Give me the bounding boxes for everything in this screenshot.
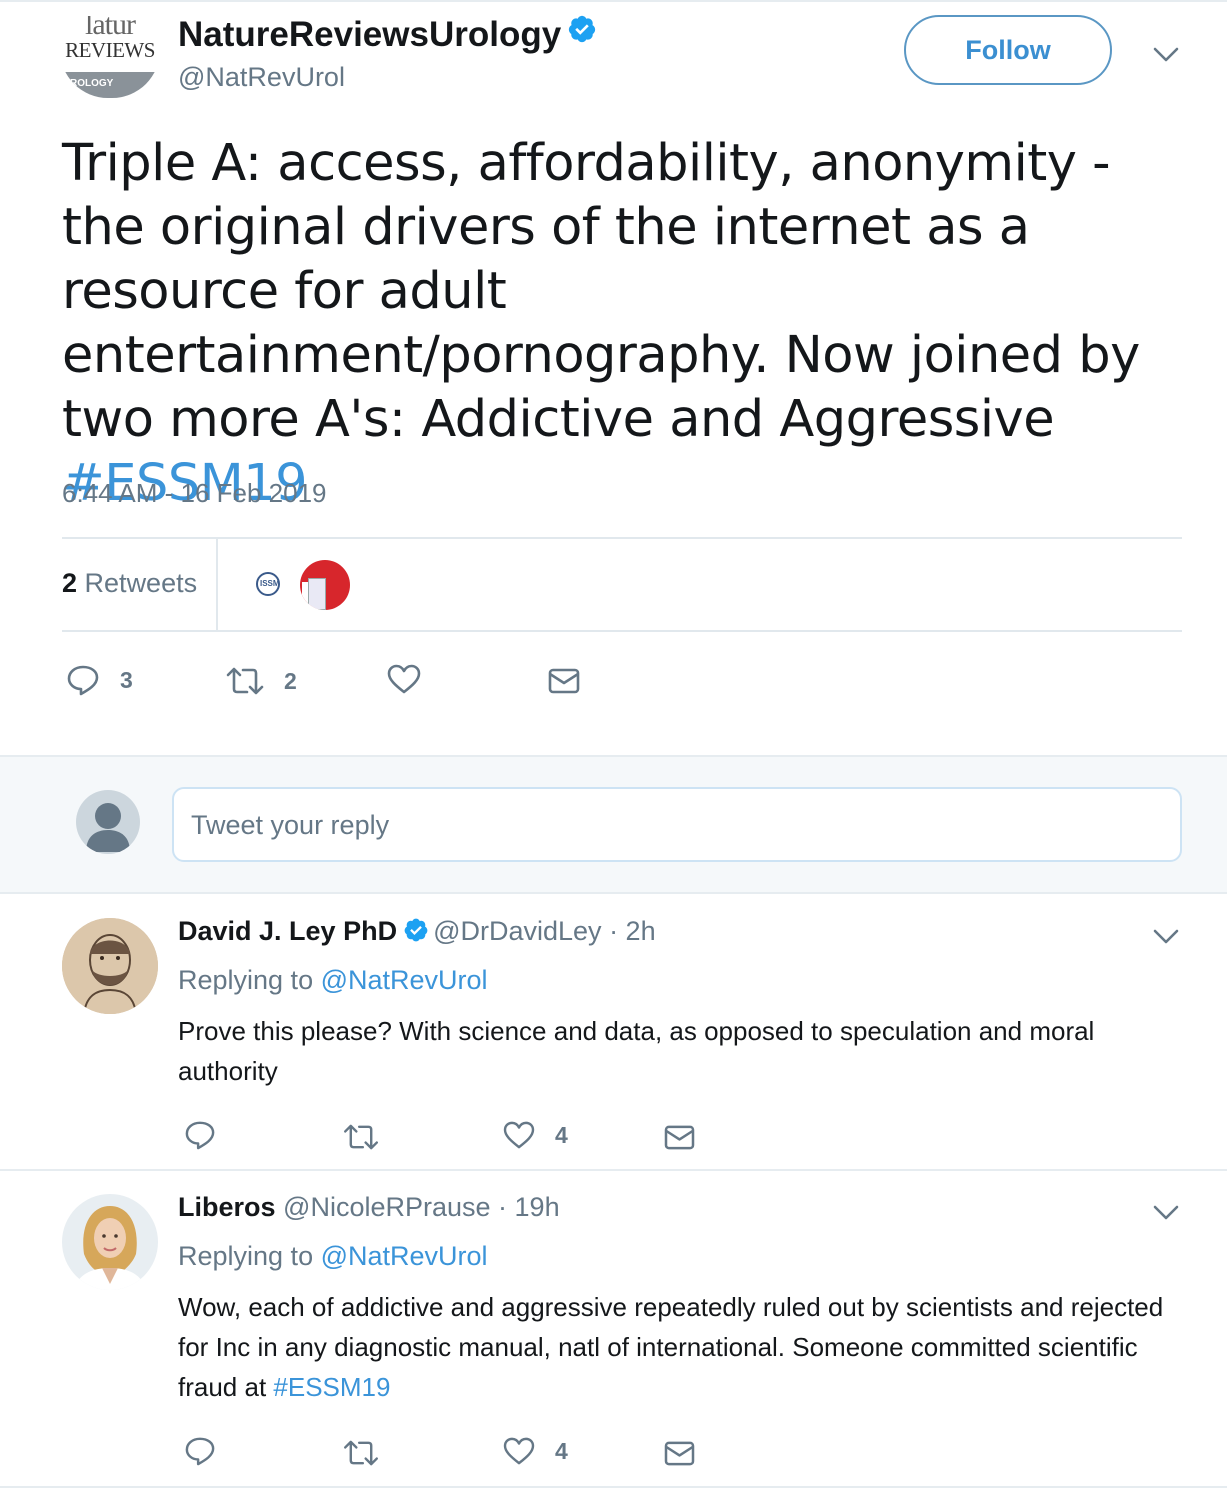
replying-to-prefix: Replying to: [178, 965, 314, 995]
direct-message-button[interactable]: [548, 667, 580, 695]
replying-to: Replying to @NatRevUrol: [178, 965, 488, 996]
author-name-text: NatureReviewsUrology: [178, 15, 562, 54]
like-button[interactable]: 4: [503, 1121, 568, 1149]
reply-button[interactable]: [184, 1436, 216, 1466]
like-button[interactable]: 4: [503, 1437, 568, 1465]
reply-author-handle[interactable]: @DrDavidLey: [433, 916, 601, 946]
reply-button[interactable]: 3: [66, 664, 133, 696]
replying-to-link[interactable]: @NatRevUrol: [321, 1241, 488, 1271]
direct-message-button[interactable]: [664, 1440, 695, 1467]
author-name[interactable]: NatureReviewsUrology: [178, 14, 597, 55]
retweet-icon: [344, 1124, 378, 1150]
retweeter-avatar-graphic: [308, 578, 326, 610]
avatar-logo-band: ROLOGY: [60, 72, 160, 98]
default-avatar-icon: [76, 790, 140, 854]
avatar-logo-line3: ROLOGY: [70, 78, 114, 89]
reply-header: David J. Ley PhD @DrDavidLey · 2h: [178, 916, 656, 947]
stats-divider-top: [62, 537, 1182, 539]
like-button[interactable]: [387, 664, 441, 694]
retweeter-badge-text: ISSM: [260, 579, 280, 588]
reply-separator: [0, 1486, 1227, 1488]
reply-author-name[interactable]: David J. Ley PhD: [178, 916, 397, 946]
tweet-text: Triple A: access, affordability, anonymi…: [62, 132, 1192, 516]
like-icon: [503, 1121, 535, 1149]
reply-author-handle[interactable]: @NicoleRPrause: [283, 1192, 490, 1222]
retweet-count: 2: [62, 568, 78, 598]
direct-message-button[interactable]: [664, 1124, 695, 1151]
like-icon: [387, 664, 421, 694]
retweet-stats[interactable]: 2 Retweets: [62, 568, 197, 599]
like-count: 4: [555, 1121, 568, 1148]
replying-to-link[interactable]: @NatRevUrol: [321, 965, 488, 995]
reply-icon: [185, 1121, 215, 1150]
reply-button[interactable]: [184, 1120, 216, 1150]
stats-vertical-divider: [216, 539, 218, 631]
follow-button[interactable]: Follow: [904, 15, 1112, 85]
top-border: [0, 0, 1227, 2]
tweet-text-body: Triple A: access, affordability, anonymi…: [62, 134, 1140, 449]
replying-to-prefix: Replying to: [178, 1241, 314, 1271]
retweet-icon: [344, 1440, 378, 1466]
reply-icon: [185, 1437, 215, 1466]
retweet-icon: [226, 667, 264, 695]
reply-author-avatar[interactable]: [62, 1194, 158, 1290]
retweeter-avatar[interactable]: [300, 560, 350, 610]
chevron-down-icon[interactable]: [1153, 1205, 1179, 1221]
chevron-down-icon[interactable]: [1153, 929, 1179, 945]
verified-badge-icon: [404, 918, 428, 942]
reply-input[interactable]: Tweet your reply: [172, 787, 1182, 862]
tweet-timestamp[interactable]: 6:44 AM - 16 Feb 2019: [62, 478, 327, 509]
retweeter-avatar[interactable]: ISSM: [256, 572, 280, 596]
reply-separator: [0, 1169, 1227, 1171]
reply-text: Prove this please? With science and data…: [178, 1016, 1095, 1086]
like-count: 4: [555, 1437, 568, 1464]
direct-message-icon: [664, 1441, 695, 1466]
author-handle[interactable]: @NatRevUrol: [178, 62, 345, 93]
reply-author-avatar[interactable]: [62, 918, 158, 1014]
replying-to: Replying to @NatRevUrol: [178, 1241, 488, 1272]
retweet-button[interactable]: [343, 1440, 379, 1466]
retweet-button[interactable]: [343, 1124, 379, 1150]
direct-message-icon: [548, 668, 580, 694]
reply-header: Liberos @NicoleRPrause · 19h: [178, 1192, 560, 1223]
reply-time[interactable]: · 19h: [498, 1192, 560, 1222]
retweet-button[interactable]: 2: [226, 667, 297, 695]
avatar-logo-line2: REVIEWS: [65, 38, 155, 62]
reply-time[interactable]: · 2h: [609, 916, 656, 946]
chevron-down-icon[interactable]: [1153, 47, 1179, 63]
retweet-label: Retweets: [84, 568, 198, 598]
reply-author-name[interactable]: Liberos: [178, 1192, 276, 1222]
retweet-count: 2: [284, 667, 297, 694]
stats-divider-bottom: [62, 630, 1182, 632]
verified-badge-icon: [569, 15, 596, 43]
hashtag-link[interactable]: #ESSM19: [273, 1372, 390, 1402]
direct-message-icon: [664, 1125, 695, 1150]
reply-count: 3: [120, 666, 133, 693]
author-avatar[interactable]: latur REVIEWS ROLOGY: [60, 16, 160, 98]
reply-text: Wow, each of addictive and aggressive re…: [178, 1287, 1168, 1407]
like-icon: [503, 1437, 535, 1465]
reply-icon: [67, 665, 99, 696]
